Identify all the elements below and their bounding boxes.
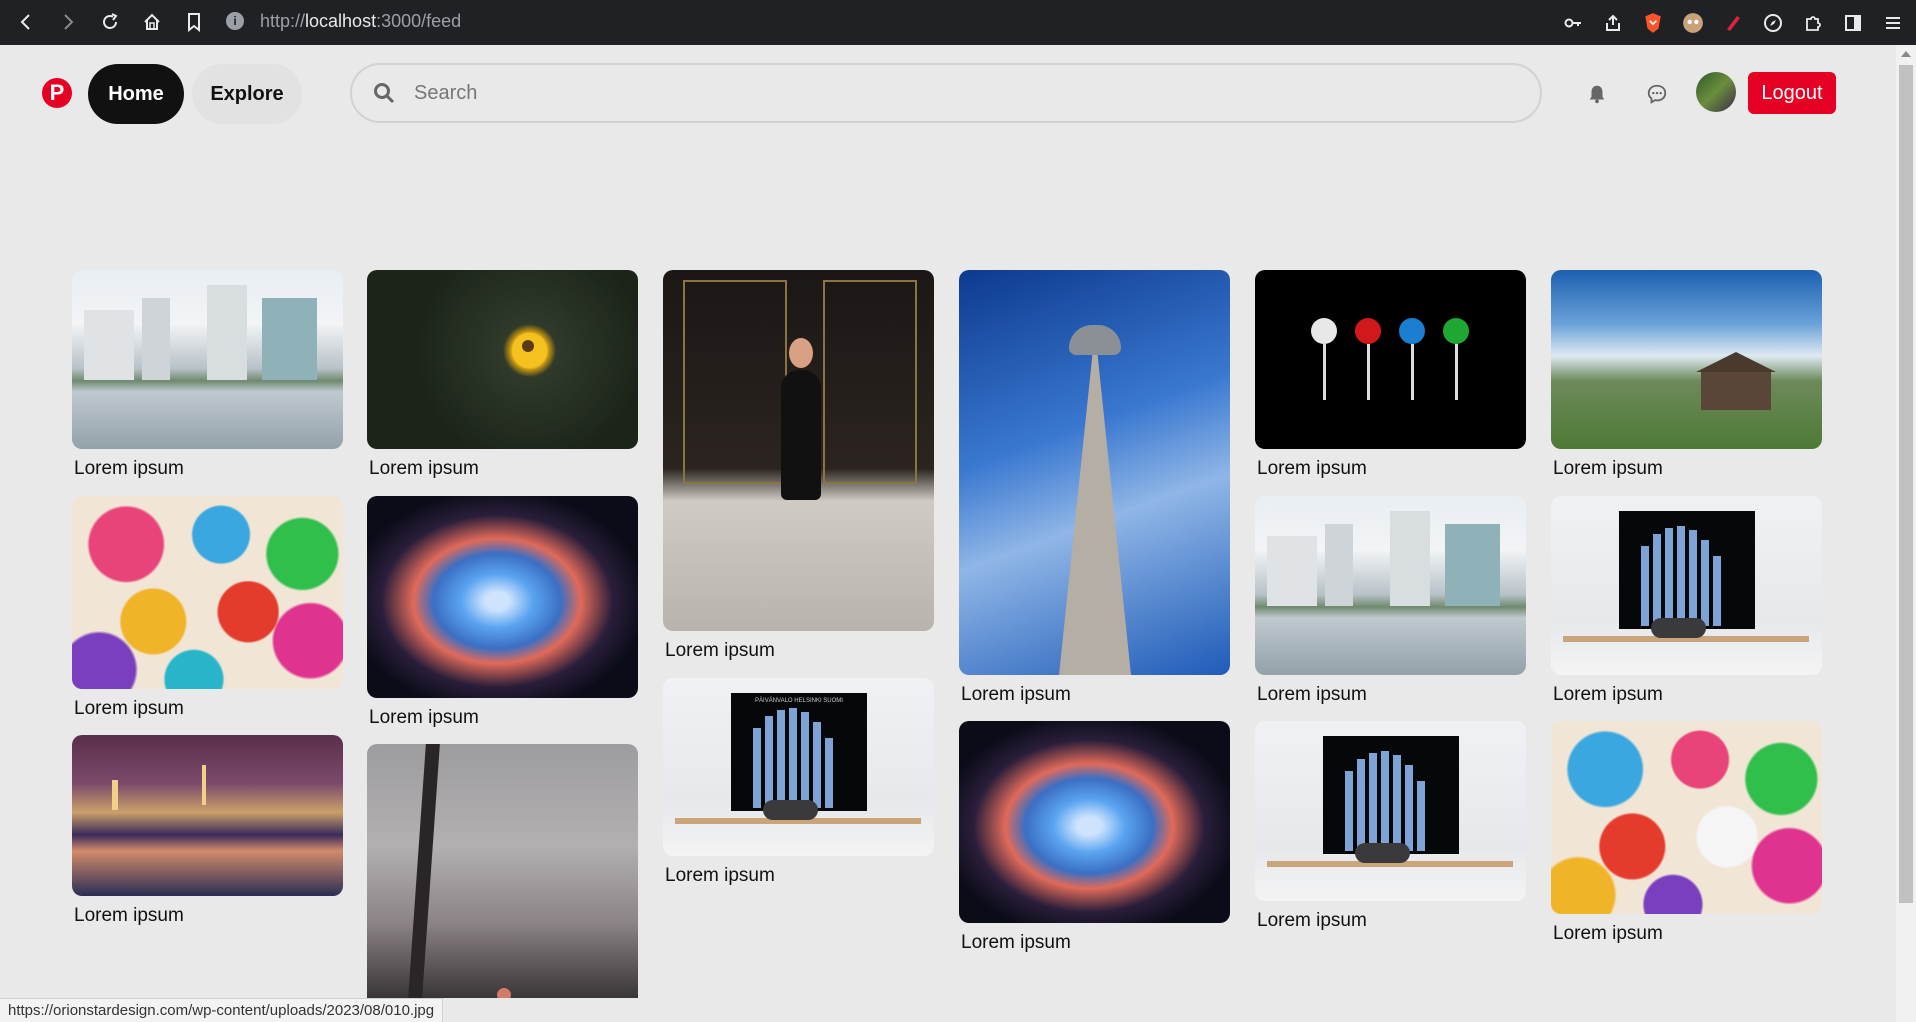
back-icon[interactable] — [12, 8, 40, 36]
pin-card[interactable]: Lorem ipsum — [72, 270, 343, 482]
scrollbar-thumb[interactable] — [1899, 65, 1913, 903]
pin-label: Lorem ipsum — [665, 640, 775, 661]
pin-image-barn-field[interactable] — [1551, 270, 1822, 449]
pin-image-easter-eggs[interactable] — [1551, 721, 1822, 914]
pin-image-easter-eggs[interactable] — [72, 496, 343, 689]
pin-image-city-skyline[interactable] — [1255, 496, 1526, 675]
url-host: localhost — [305, 10, 377, 31]
pin-card[interactable]: PÄIVÄNVALO HELSINKI SUOMI Lorem ipsum — [663, 678, 934, 889]
pin-card[interactable]: Lorem ipsum — [1551, 721, 1822, 947]
pin-card[interactable]: Lorem ipsum — [959, 721, 1230, 956]
home-icon[interactable] — [138, 8, 166, 36]
messages-icon[interactable] — [1644, 81, 1670, 107]
pin-image-city-skyline[interactable] — [72, 270, 343, 449]
home-button[interactable]: Home — [88, 64, 184, 124]
pin-image-chart-cat-desk[interactable]: PÄIVÄNVALO HELSINKI SUOMI — [663, 678, 934, 856]
reload-icon[interactable] — [96, 8, 124, 36]
pin-label: Lorem ipsum — [1257, 458, 1367, 479]
pin-label: Lorem ipsum — [1257, 910, 1367, 931]
address-bar[interactable]: i http://localhost:3000/feed — [226, 2, 1516, 40]
pin-label: Lorem ipsum — [369, 458, 479, 479]
compass-icon[interactable] — [1760, 10, 1786, 36]
pin-label: Lorem ipsum — [74, 905, 184, 926]
pin-card[interactable]: Lorem ipsum — [367, 496, 638, 731]
logout-button[interactable]: Logout — [1748, 72, 1836, 114]
page-scrollbar[interactable] — [1896, 45, 1916, 1022]
pin-label: Lorem ipsum — [74, 458, 184, 479]
pin-image-chart-cat-desk[interactable] — [1551, 496, 1822, 675]
extension-face-icon[interactable] — [1680, 10, 1706, 36]
pin-card[interactable]: Lorem ipsum — [367, 270, 638, 482]
brave-shield-icon[interactable] — [1640, 10, 1666, 36]
scroll-up-arrow-icon[interactable] — [1901, 51, 1911, 57]
sidebar-toggle-icon[interactable] — [1840, 10, 1866, 36]
pin-label: Lorem ipsum — [1553, 458, 1663, 479]
pin-card[interactable] — [367, 744, 638, 998]
search-icon — [374, 83, 395, 104]
url-path: :3000/feed — [376, 10, 462, 31]
pin-card[interactable]: Lorem ipsum — [959, 270, 1230, 708]
pin-image-nebula[interactable] — [959, 721, 1230, 923]
search-bar[interactable] — [350, 63, 1542, 123]
explore-button[interactable]: Explore — [192, 64, 302, 124]
pin-card[interactable]: Lorem ipsum — [1255, 270, 1526, 482]
avatar[interactable] — [1696, 72, 1736, 112]
pin-card[interactable]: Lorem ipsum — [1551, 270, 1822, 482]
extension-pen-icon[interactable] — [1720, 10, 1746, 36]
url-prefix: http:// — [260, 10, 306, 31]
pin-label: Lorem ipsum — [665, 865, 775, 886]
pin-label: Lorem ipsum — [1553, 684, 1663, 705]
extensions-puzzle-icon[interactable] — [1800, 10, 1826, 36]
pin-label: Lorem ipsum — [74, 698, 184, 719]
pin-image-woman-black-dress[interactable] — [663, 270, 934, 631]
pin-label: Lorem ipsum — [1257, 684, 1367, 705]
pin-card[interactable]: Lorem ipsum — [72, 735, 343, 929]
pin-label: Lorem ipsum — [961, 932, 1071, 953]
pin-card[interactable]: Lorem ipsum — [1255, 496, 1526, 708]
pin-card[interactable]: Lorem ipsum — [1551, 496, 1822, 708]
pinterest-logo-icon[interactable]: P — [42, 78, 72, 108]
menu-icon[interactable] — [1880, 10, 1906, 36]
pin-image-lollipops[interactable] — [1255, 270, 1526, 449]
pin-image-palm-sunset[interactable] — [367, 744, 638, 998]
forward-icon[interactable] — [54, 8, 82, 36]
pin-image-chart-cat-desk[interactable] — [1255, 721, 1526, 901]
search-input[interactable] — [412, 80, 1516, 106]
chart-poster-title: PÄIVÄNVALO HELSINKI SUOMI — [755, 698, 843, 704]
pin-card[interactable]: Lorem ipsum — [1255, 721, 1526, 934]
pin-image-nebula[interactable] — [367, 496, 638, 698]
browser-toolbar: i http://localhost:3000/feed — [0, 0, 1916, 45]
pin-image-yellow-flower[interactable] — [367, 270, 638, 449]
pin-image-prague-night[interactable] — [72, 735, 343, 896]
site-info-icon[interactable]: i — [226, 12, 244, 30]
pin-label: Lorem ipsum — [369, 707, 479, 728]
pin-label: Lorem ipsum — [1553, 923, 1663, 944]
bookmark-icon[interactable] — [180, 8, 208, 36]
key-icon[interactable] — [1560, 10, 1586, 36]
pin-card[interactable]: Lorem ipsum — [663, 270, 934, 664]
pin-image-cn-tower[interactable] — [959, 270, 1230, 675]
app-header: P Home Explore Logout — [0, 45, 1896, 141]
notifications-bell-icon[interactable] — [1584, 81, 1610, 107]
pin-card[interactable]: Lorem ipsum — [72, 496, 343, 722]
link-status-bar: https://orionstardesign.com/wp-content/u… — [0, 998, 444, 1022]
pin-label: Lorem ipsum — [961, 684, 1071, 705]
share-icon[interactable] — [1600, 10, 1626, 36]
